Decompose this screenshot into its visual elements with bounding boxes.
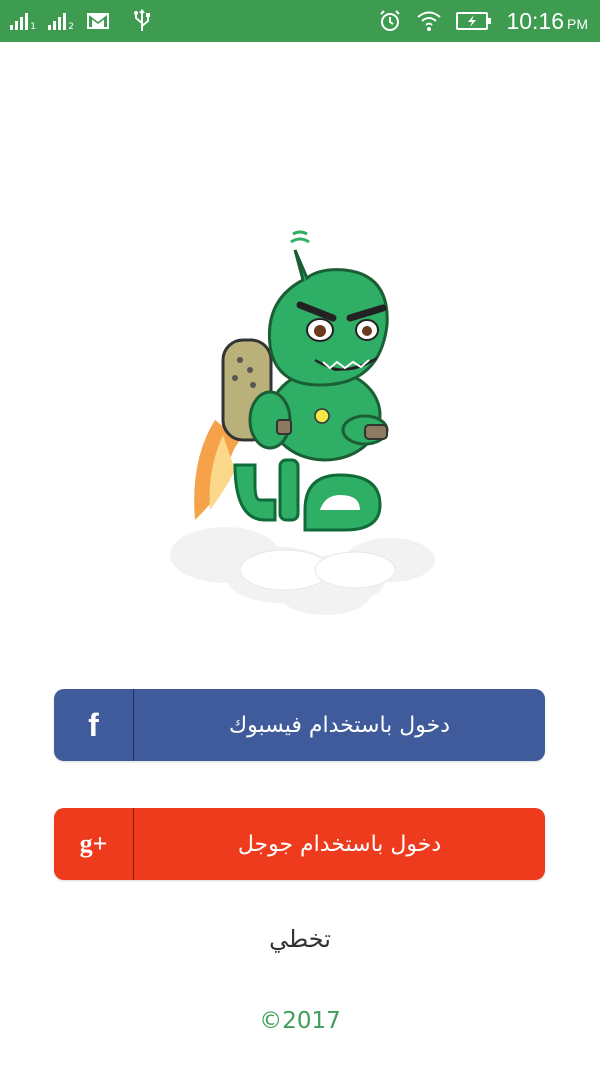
clock-ampm: PM: [567, 15, 588, 32]
google-login-button[interactable]: g+ دخول باستخدام جوجل: [54, 808, 545, 880]
skip-link[interactable]: تخطي: [0, 925, 600, 953]
battery-charging-icon: [456, 12, 492, 30]
google-login-label: دخول باستخدام جوجل: [237, 831, 442, 857]
status-bar-right: 10:16 PM: [378, 6, 588, 36]
facebook-glyph: f: [88, 706, 99, 743]
usb-icon: [134, 9, 150, 31]
copyright-text: ©2017: [259, 1008, 341, 1034]
facebook-login-label: دخول باستخدام فيسبوك: [228, 712, 451, 738]
facebook-icon: f: [54, 689, 134, 761]
status-bar: 1 2 10:16 PM: [0, 0, 600, 42]
wifi-icon: [417, 11, 442, 31]
facebook-login-button[interactable]: f دخول باستخدام فيسبوك: [54, 689, 545, 761]
gmail-icon: [87, 13, 109, 29]
sim2-label: 2: [68, 22, 74, 32]
google-plus-glyph: g+: [79, 829, 108, 858]
mascot-logo: [170, 230, 435, 615]
clock-time: 10:16: [506, 7, 564, 34]
status-bar-left: 1 2: [10, 8, 152, 34]
clock: 10:16 PM: [506, 8, 588, 35]
sim1-label: 1: [30, 22, 36, 32]
alarm-icon: [380, 10, 401, 31]
signal-sim2-icon: 2: [48, 12, 74, 32]
google-plus-icon: g+: [54, 808, 134, 880]
signal-sim1-icon: 1: [10, 12, 36, 32]
